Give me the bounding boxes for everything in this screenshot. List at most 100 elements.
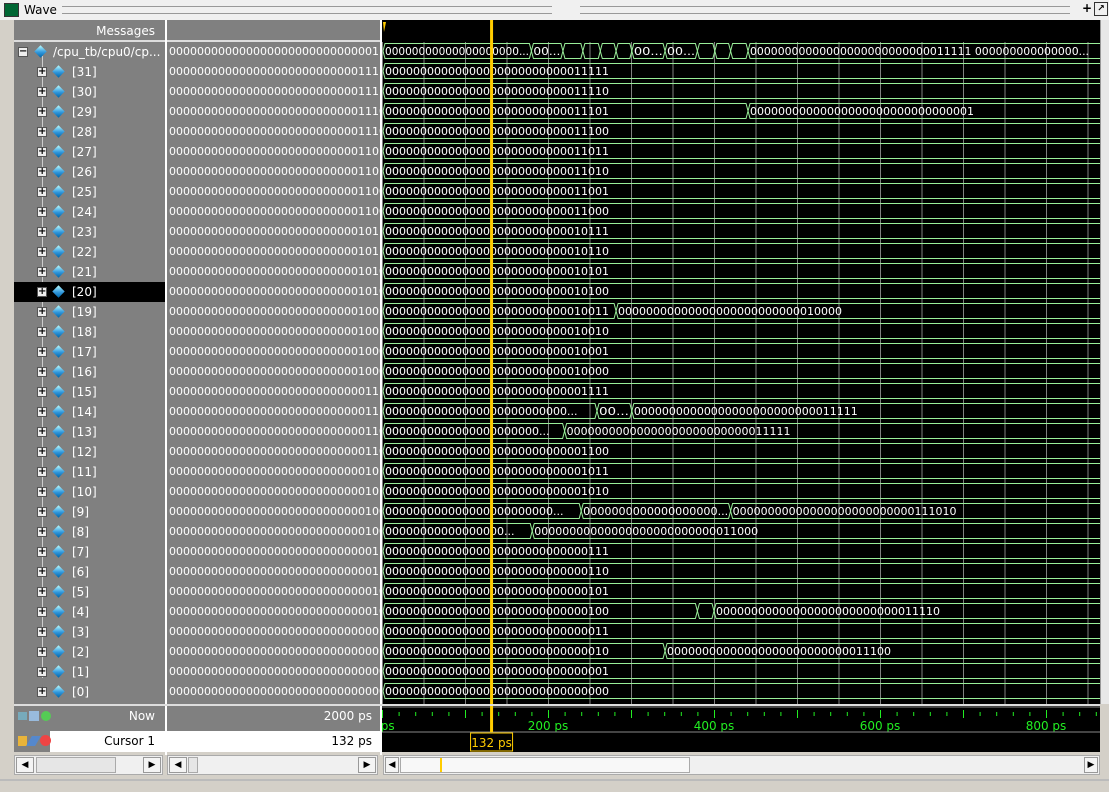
- signal-row[interactable]: + [28]: [14, 122, 165, 142]
- signal-row[interactable]: + [2]: [14, 642, 165, 662]
- signal-row[interactable]: + [16]: [14, 362, 165, 382]
- scroll-thumb[interactable]: [36, 757, 116, 773]
- expand-icon[interactable]: +: [37, 287, 47, 297]
- signal-row[interactable]: + [19]: [14, 302, 165, 322]
- expand-icon[interactable]: +: [37, 167, 47, 177]
- expand-icon[interactable]: +: [37, 527, 47, 537]
- signal-row[interactable]: + [1]: [14, 662, 165, 682]
- signal-row[interactable]: + [27]: [14, 142, 165, 162]
- signal-row[interactable]: + [24]: [14, 202, 165, 222]
- signal-row[interactable]: + [29]: [14, 102, 165, 122]
- vertical-scrollbar[interactable]: [1100, 20, 1109, 704]
- bus-segment[interactable]: [615, 43, 633, 59]
- values-hscrollbar[interactable]: ◀ ▶: [167, 755, 378, 775]
- signal-row[interactable]: + [8]: [14, 522, 165, 542]
- signal-row[interactable]: − /cpu_tb/cpu0/cp...: [14, 42, 165, 62]
- signal-row[interactable]: + [26]: [14, 162, 165, 182]
- expand-icon[interactable]: +: [37, 327, 47, 337]
- signal-row[interactable]: + [11]: [14, 462, 165, 482]
- signal-row[interactable]: + [5]: [14, 582, 165, 602]
- scroll-right-button[interactable]: ▶: [358, 757, 376, 773]
- signal-row[interactable]: + [9]: [14, 502, 165, 522]
- expand-icon[interactable]: +: [37, 487, 47, 497]
- bus-segment[interactable]: [562, 43, 584, 59]
- expand-icon[interactable]: +: [37, 267, 47, 277]
- bus-segment[interactable]: [730, 43, 749, 59]
- delete-cursor-icon[interactable]: [40, 735, 51, 746]
- expand-icon[interactable]: +: [37, 347, 47, 357]
- expand-icon[interactable]: +: [37, 567, 47, 577]
- signal-row[interactable]: + [23]: [14, 222, 165, 242]
- bus-segment[interactable]: [696, 43, 716, 59]
- expand-icon[interactable]: +: [37, 547, 47, 557]
- scroll-left-button[interactable]: ◀: [169, 757, 187, 773]
- expand-icon[interactable]: +: [37, 367, 47, 377]
- undock-icon[interactable]: ↗: [1094, 2, 1108, 16]
- expand-icon[interactable]: +: [37, 607, 47, 617]
- waveform-canvas[interactable]: 00000000000000000000... 00... 00... 00... 00…: [382, 20, 1100, 704]
- expand-icon[interactable]: +: [37, 387, 47, 397]
- scroll-left-button[interactable]: ◀: [16, 757, 34, 773]
- expand-icon[interactable]: +: [37, 407, 47, 417]
- expand-icon[interactable]: +: [37, 67, 47, 77]
- signal-row[interactable]: + [31]: [14, 62, 165, 82]
- expand-icon[interactable]: +: [37, 187, 47, 197]
- bus-segment[interactable]: [599, 43, 617, 59]
- expand-icon[interactable]: +: [37, 427, 47, 437]
- timeline-ruler[interactable]: 0 ps 200 ps 400 ps 600 ps 800 ps 132 ps: [369, 706, 1100, 752]
- add-cursor-icons[interactable]: [18, 710, 51, 722]
- expand-icon[interactable]: +: [37, 467, 47, 477]
- expand-icon[interactable]: +: [37, 667, 47, 677]
- expand-icon[interactable]: +: [37, 447, 47, 457]
- scroll-right-button[interactable]: ▶: [1084, 757, 1098, 773]
- cursor-window-icon[interactable]: [29, 711, 39, 721]
- signal-row[interactable]: + [4]: [14, 602, 165, 622]
- signal-row[interactable]: + [18]: [14, 322, 165, 342]
- signal-row[interactable]: + [12]: [14, 442, 165, 462]
- expand-icon[interactable]: +: [37, 307, 47, 317]
- scroll-thumb[interactable]: [400, 757, 690, 773]
- expand-icon[interactable]: +: [37, 647, 47, 657]
- signal-row[interactable]: + [20]: [14, 282, 165, 302]
- signal-row[interactable]: + [10]: [14, 482, 165, 502]
- expand-icon[interactable]: +: [37, 147, 47, 157]
- signal-row[interactable]: + [14]: [14, 402, 165, 422]
- drag-grip[interactable]: [62, 6, 552, 14]
- insert-cursor-icon[interactable]: [18, 712, 27, 720]
- bus-segment[interactable]: [582, 43, 601, 59]
- collapse-icon[interactable]: −: [18, 47, 28, 57]
- signal-row[interactable]: + [6]: [14, 562, 165, 582]
- expand-icon[interactable]: +: [37, 207, 47, 217]
- signal-row[interactable]: + [13]: [14, 422, 165, 442]
- bus-segment[interactable]: [714, 43, 732, 59]
- add-icon[interactable]: [41, 711, 51, 721]
- signal-row[interactable]: + [0]: [14, 682, 165, 702]
- wrench-icon[interactable]: [26, 736, 41, 746]
- cursor-row[interactable]: Cursor 1: [50, 731, 165, 752]
- expand-icon[interactable]: +: [37, 587, 47, 597]
- wave-hscrollbar[interactable]: ◀ ▶: [383, 755, 1100, 775]
- signal-row[interactable]: + [30]: [14, 82, 165, 102]
- names-hscrollbar[interactable]: ◀ ▶: [14, 755, 163, 775]
- maximize-icon[interactable]: +: [1080, 2, 1094, 16]
- bus-segment[interactable]: [696, 603, 715, 619]
- signal-row[interactable]: + [15]: [14, 382, 165, 402]
- expand-icon[interactable]: +: [37, 627, 47, 637]
- expand-icon[interactable]: +: [37, 107, 47, 117]
- cursor-value-row[interactable]: 132 ps: [167, 731, 380, 752]
- expand-icon[interactable]: +: [37, 227, 47, 237]
- expand-icon[interactable]: +: [37, 127, 47, 137]
- scroll-left-button[interactable]: ◀: [385, 757, 399, 773]
- signal-row[interactable]: + [7]: [14, 542, 165, 562]
- wave-panel[interactable]: 00000000000000000000... 00... 00... 00... 00…: [382, 20, 1100, 704]
- expand-icon[interactable]: +: [37, 87, 47, 97]
- scroll-thumb[interactable]: [188, 757, 198, 773]
- signal-row[interactable]: + [25]: [14, 182, 165, 202]
- timeline[interactable]: 0 ps 200 ps 400 ps 600 ps 800 ps 132 ps: [369, 706, 1100, 752]
- scroll-right-button[interactable]: ▶: [143, 757, 161, 773]
- expand-icon[interactable]: +: [37, 507, 47, 517]
- signal-row[interactable]: + [3]: [14, 622, 165, 642]
- expand-icon[interactable]: +: [37, 247, 47, 257]
- expand-icon[interactable]: +: [37, 687, 47, 697]
- signal-row[interactable]: + [21]: [14, 262, 165, 282]
